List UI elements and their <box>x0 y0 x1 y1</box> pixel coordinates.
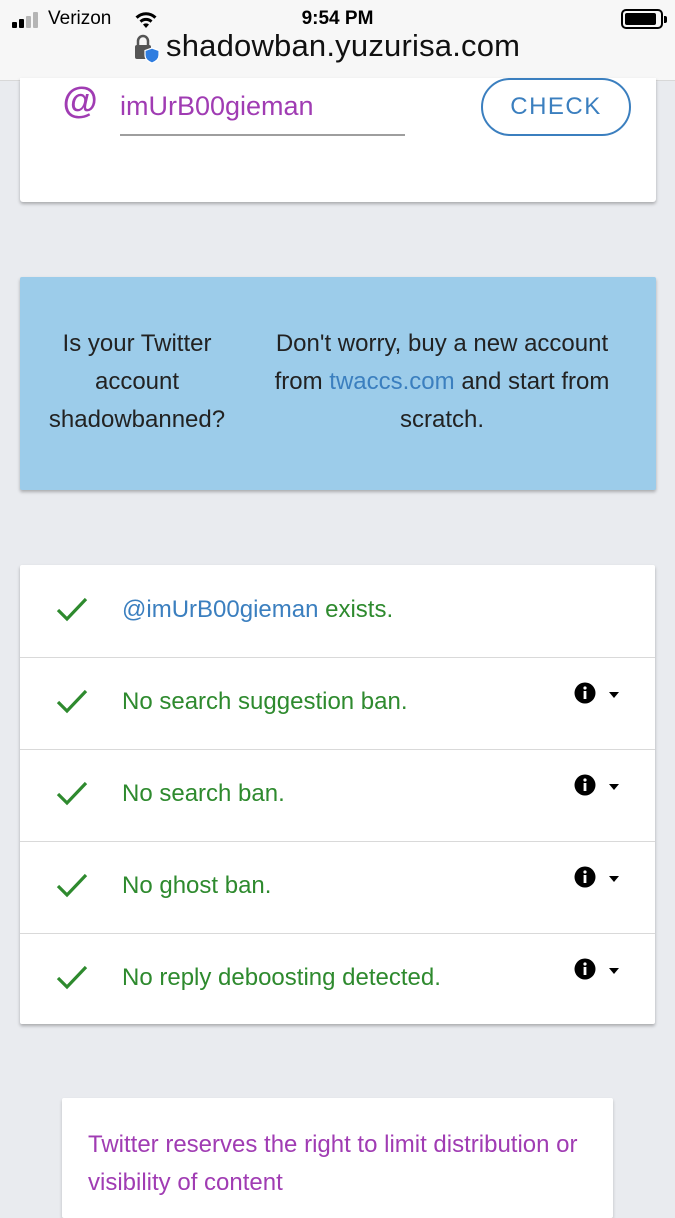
caret-down-icon[interactable] <box>608 875 620 883</box>
caret-down-icon[interactable] <box>608 967 620 975</box>
caret-down-icon[interactable] <box>608 691 620 699</box>
username-input[interactable] <box>120 78 405 136</box>
url-text[interactable]: shadowban.yuzurisa.com <box>166 28 520 64</box>
ad-link[interactable]: twaccs.com <box>329 368 454 395</box>
lock-shield-icon <box>135 34 160 64</box>
ad-banner[interactable]: Is your Twitter account shadowbanned? Do… <box>20 277 656 490</box>
ad-pitch: Don't worry, buy a new account from twac… <box>252 325 632 439</box>
check-button[interactable]: CHECK <box>481 78 631 136</box>
caret-down-icon[interactable] <box>608 783 620 791</box>
result-label: exists. <box>325 596 394 623</box>
info-icon[interactable] <box>574 774 596 796</box>
result-label: No ghost ban. <box>122 872 272 899</box>
result-row-search-ban: No search ban. <box>20 749 655 842</box>
info-icon[interactable] <box>574 958 596 980</box>
check-icon <box>56 689 88 714</box>
result-row-reply-deboosting: No reply deboosting detected. <box>20 933 655 1025</box>
check-icon <box>56 781 88 806</box>
result-label: No search ban. <box>122 780 285 807</box>
address-bar[interactable]: shadowban.yuzurisa.com <box>0 28 675 70</box>
battery-icon <box>621 9 667 29</box>
result-text: @imUrB00gieman exists. <box>122 596 393 624</box>
check-icon <box>56 965 88 990</box>
notice-text: Twitter reserves the right to limit dist… <box>88 1131 578 1196</box>
browser-chrome: Verizon 9:54 PM shadowban.yuzurisa.com <box>0 0 675 81</box>
result-label: No search suggestion ban. <box>122 688 408 715</box>
check-icon <box>56 873 88 898</box>
results-card: @imUrB00gieman exists. No search suggest… <box>20 565 655 1024</box>
notice-card: Twitter reserves the right to limit dist… <box>62 1098 613 1218</box>
info-icon[interactable] <box>574 682 596 704</box>
battery-level <box>625 13 656 25</box>
result-row-exists: @imUrB00gieman exists. <box>20 565 655 658</box>
check-icon <box>56 597 88 622</box>
search-card: @ CHECK <box>20 78 656 202</box>
result-handle[interactable]: @imUrB00gieman <box>122 596 318 623</box>
result-row-search-suggestion: No search suggestion ban. <box>20 657 655 750</box>
ad-question: Is your Twitter account shadowbanned? <box>48 330 226 433</box>
at-icon: @ <box>62 80 98 121</box>
result-label: No reply deboosting detected. <box>122 964 441 991</box>
status-time: 9:54 PM <box>301 8 374 29</box>
result-row-ghost-ban: No ghost ban. <box>20 841 655 934</box>
info-icon[interactable] <box>574 866 596 888</box>
